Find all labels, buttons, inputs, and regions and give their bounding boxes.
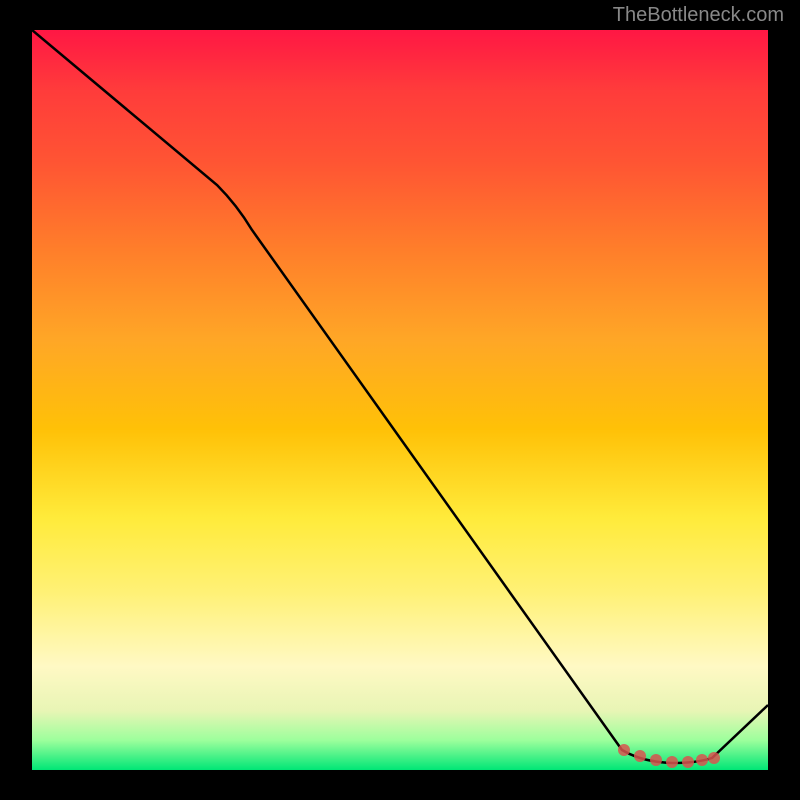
marker-dot bbox=[666, 756, 678, 768]
plot-area bbox=[32, 30, 768, 770]
marker-dot bbox=[618, 744, 630, 756]
marker-dot bbox=[650, 754, 662, 766]
marker-dot bbox=[696, 754, 708, 766]
line-plot-svg bbox=[32, 30, 768, 770]
chart-container: TheBottleneck.com bbox=[0, 0, 800, 800]
marker-dot bbox=[708, 752, 720, 764]
marker-dot bbox=[634, 750, 646, 762]
data-curve bbox=[32, 30, 768, 763]
watermark-text: TheBottleneck.com bbox=[613, 4, 784, 27]
marker-dot bbox=[682, 756, 694, 768]
